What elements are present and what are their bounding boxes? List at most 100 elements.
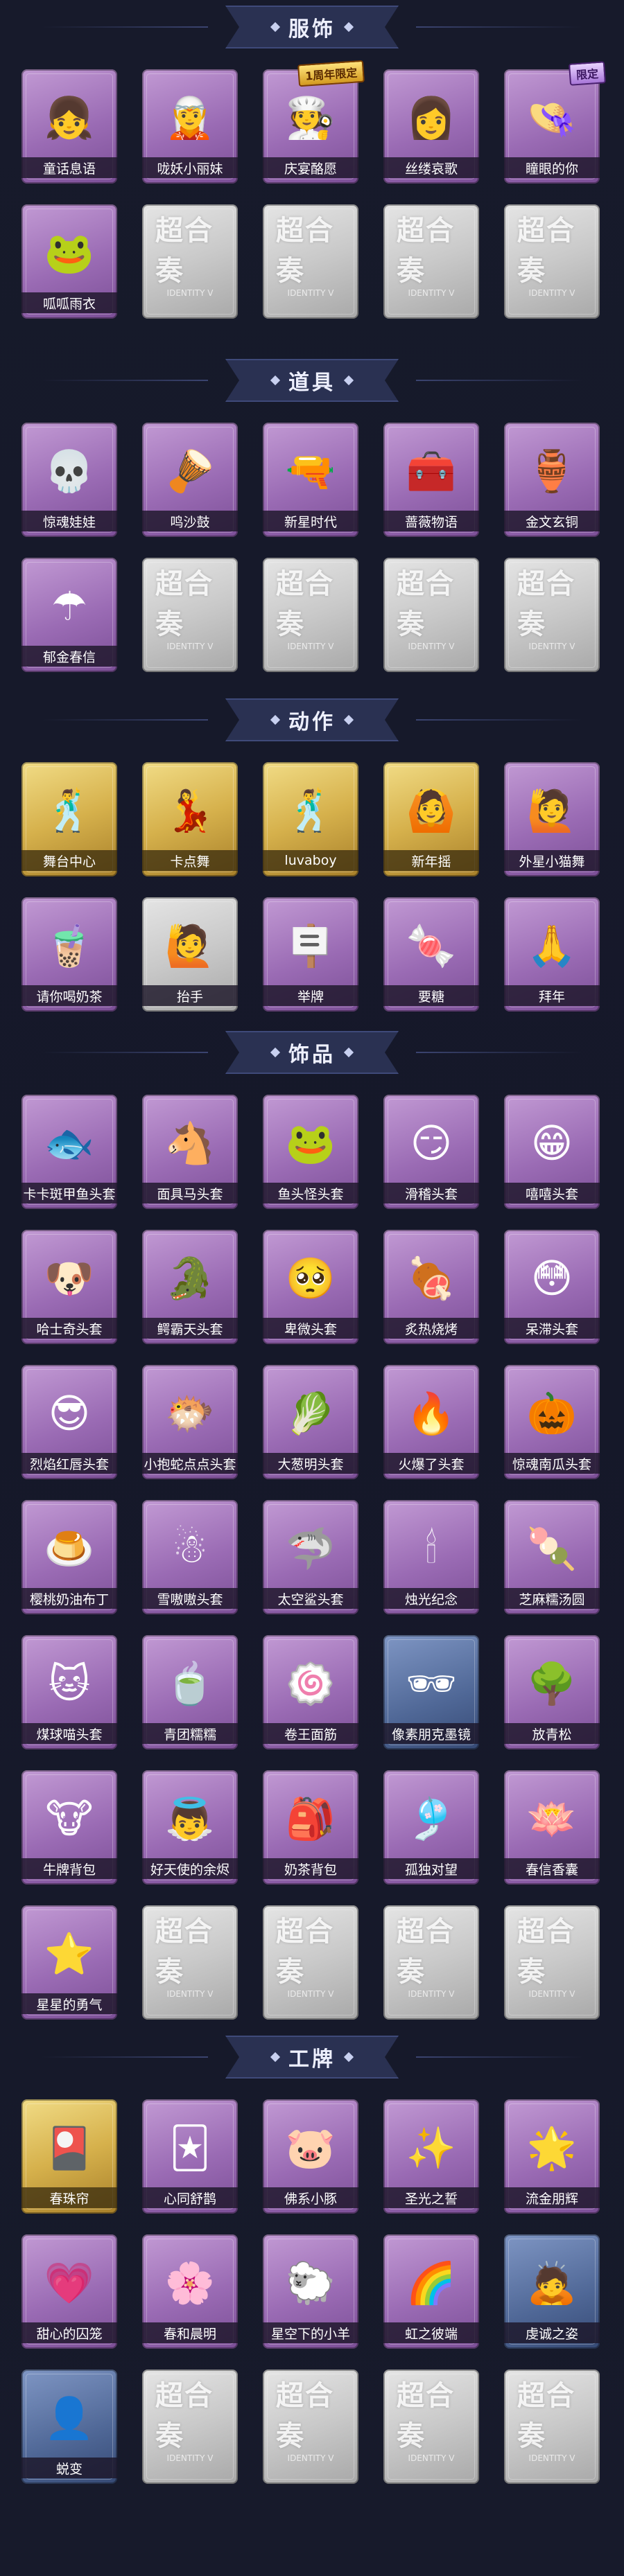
item-card[interactable]: 🍵 青团糯糯 [142, 1635, 238, 1749]
star-doll-icon: ⭐ [44, 1930, 95, 1977]
snow-creature-icon: ☃ [172, 1525, 208, 1572]
item-card[interactable]: 🐸 呱呱雨衣 [21, 204, 117, 319]
item-label: 太空鲨头套 [263, 1588, 358, 1609]
item-card[interactable]: 👤 蜕变 [21, 2370, 117, 2484]
watermark-logo: 超合奏 IDENTITY V [397, 1916, 455, 1999]
item-label: 奶茶背包 [263, 1858, 358, 1879]
hanging-charm-icon: 🎐 [406, 1795, 457, 1842]
item-card[interactable]: ☃ 雪嗷嗷头套 [142, 1500, 238, 1614]
locked-item-card[interactable]: 超合奏 IDENTITY V [263, 1905, 358, 2020]
diamond-icon [270, 714, 281, 725]
item-card[interactable]: 🥺 卑微头套 [263, 1230, 358, 1344]
item-card[interactable]: 🕺 luvaboy [263, 762, 358, 876]
item-card[interactable]: 🎒 奶茶背包 [263, 1770, 358, 1885]
locked-item-card[interactable]: 超合奏 IDENTITY V [263, 2370, 358, 2484]
item-label: 蔷薇物语 [383, 511, 479, 531]
item-card[interactable]: 🐑 星空下的小羊 [263, 2234, 358, 2349]
item-card[interactable]: 👒 瞳眼的你 限定 [504, 61, 607, 184]
item-card[interactable]: 🐱 煤球喵头套 [21, 1635, 117, 1749]
item-card[interactable]: 🪧 举牌 [263, 897, 358, 1012]
item-card[interactable]: 😁 嘻嘻头套 [504, 1095, 600, 1209]
item-card[interactable]: 🍮 樱桃奶油布丁 [21, 1500, 117, 1614]
item-card[interactable]: 🐸 鱼头怪头套 [263, 1095, 358, 1209]
item-card[interactable]: 🕶 像素朋克墨镜 [383, 1635, 479, 1749]
item-card[interactable]: 🍡 芝麻糯汤圆 [504, 1500, 600, 1614]
item-card[interactable]: 👩 丝缕哀歌 [383, 69, 479, 184]
item-card[interactable]: 🐮 牛牌背包 [21, 1770, 117, 1885]
item-label: 虔诚之姿 [504, 2322, 600, 2343]
item-card[interactable]: 🎐 孤独对望 [383, 1770, 479, 1885]
item-card[interactable]: 😏 滑稽头套 [383, 1095, 479, 1209]
item-card[interactable]: 👼 好天使的余烬 [142, 1770, 238, 1885]
item-label: 卷王面筋 [263, 1723, 358, 1744]
locked-item-card[interactable]: 超合奏 IDENTITY V [383, 204, 479, 319]
locked-item-card[interactable]: 超合奏 IDENTITY V [504, 558, 600, 672]
item-card[interactable]: 💀 惊魂娃娃 [21, 423, 117, 537]
sign-pose-icon: 🪧 [285, 922, 336, 969]
collection-page: 服饰 👧 童话息语 🧝 咙妖小丽妹 🧑‍🍳 庆宴酪愿 1周年限定 👩 丝缕哀歌 👒 瞳眼的你 限定 🐸 呱呱… [0, 0, 624, 2576]
item-card[interactable]: 🙏 拜年 [504, 897, 600, 1012]
section-banner: 饰品 [225, 1031, 399, 1074]
item-card[interactable]: 😳 呆滞头套 [504, 1230, 600, 1344]
green-dumpling-icon: 🍵 [164, 1660, 216, 1707]
item-card[interactable]: 👧 童话息语 [21, 69, 117, 184]
item-card[interactable]: 🏺 金文玄铜 [504, 423, 600, 537]
item-card[interactable]: 🐡 小抱蛇点点头套 [142, 1365, 238, 1479]
item-card[interactable]: 💗 甜心的囚笼 [21, 2234, 117, 2349]
locked-item-card[interactable]: 超合奏 IDENTITY V [504, 1905, 600, 2020]
diamond-icon [343, 714, 354, 725]
item-card[interactable]: 🎃 惊魂南瓜头套 [504, 1365, 600, 1479]
item-card[interactable]: 🙇 虔诚之姿 [504, 2234, 600, 2349]
item-card[interactable]: 🙋 抬手 [142, 897, 238, 1012]
item-card[interactable]: 🍬 要糖 [383, 897, 479, 1012]
item-card[interactable]: 💃 卡点舞 [142, 762, 238, 876]
item-card[interactable]: 🧋 请你喝奶茶 [21, 897, 117, 1012]
item-card[interactable]: 😎 烈焰红唇头套 [21, 1365, 117, 1479]
item-card[interactable]: 🌳 放青松 [504, 1635, 600, 1749]
item-card[interactable]: ☂ 郁金春信 [21, 558, 117, 672]
item-label: 心同舒鹊 [142, 2187, 238, 2208]
item-card[interactable]: ✨ 圣光之誓 [383, 2099, 479, 2214]
item-card[interactable]: 🦈 太空鲨头套 [263, 1500, 358, 1614]
locked-item-card[interactable]: 超合奏 IDENTITY V [142, 558, 238, 672]
item-card[interactable]: 🌟 流金朋辉 [504, 2099, 600, 2214]
item-card[interactable]: 🐴 面具马头套 [142, 1095, 238, 1209]
item-card[interactable]: 🙆 新年摇 [383, 762, 479, 876]
item-card[interactable]: 🧝 咙妖小丽妹 [142, 69, 238, 184]
item-card[interactable]: 🍖 炙热烧烤 [383, 1230, 479, 1344]
item-card[interactable]: 🐶 哈士奇头套 [21, 1230, 117, 1344]
locked-item-card[interactable]: 超合奏 IDENTITY V [383, 558, 479, 672]
item-card[interactable]: 🧑‍🍳 庆宴酪愿 1周年限定 [263, 60, 365, 184]
item-card[interactable]: 🌸 春和晨明 [142, 2234, 238, 2349]
item-card[interactable]: 🪘 鸣沙鼓 [142, 423, 238, 537]
item-card[interactable]: ⭐ 星星的勇气 [21, 1905, 117, 2020]
locked-item-card[interactable]: 超合奏 IDENTITY V [504, 204, 600, 319]
diamond-icon [343, 2052, 354, 2063]
item-card[interactable]: 🔥 火爆了头套 [383, 1365, 479, 1479]
item-card[interactable]: 🕯 烛光纪念 [383, 1500, 479, 1614]
item-card[interactable]: 🙋 外星小猫舞 [504, 762, 600, 876]
item-card[interactable]: 🥬 大葱明头套 [263, 1365, 358, 1479]
locked-item-card[interactable]: 超合奏 IDENTITY V [263, 558, 358, 672]
angel-doll-icon: 👼 [164, 1795, 216, 1842]
diamond-icon [270, 2052, 281, 2063]
item-card[interactable]: 🐊 鳄霸天头套 [142, 1230, 238, 1344]
locked-item-card[interactable]: 超合奏 IDENTITY V [383, 1905, 479, 2020]
item-card[interactable]: 🃏 心同舒鹊 [142, 2099, 238, 2214]
item-card[interactable]: 🪷 春信香囊 [504, 1770, 600, 1885]
locked-item-card[interactable]: 超合奏 IDENTITY V [263, 204, 358, 319]
item-card[interactable]: 🐟 卡卡斑甲鱼头套 [21, 1095, 117, 1209]
locked-item-card[interactable]: 超合奏 IDENTITY V [142, 1905, 238, 2020]
item-card[interactable]: 🎴 春珠帘 [21, 2099, 117, 2214]
locked-item-card[interactable]: 超合奏 IDENTITY V [383, 2370, 479, 2484]
item-card[interactable]: 🐷 佛系小豚 [263, 2099, 358, 2214]
item-card[interactable]: 🧰 蔷薇物语 [383, 423, 479, 537]
item-label: 瞳眼的你 [504, 157, 600, 178]
item-card[interactable]: 🌈 虹之彼端 [383, 2234, 479, 2349]
item-card[interactable]: 🕺 舞台中心 [21, 762, 117, 876]
item-card[interactable]: 🍥 卷王面筋 [263, 1635, 358, 1749]
locked-item-card[interactable]: 超合奏 IDENTITY V [504, 2370, 600, 2484]
item-card[interactable]: 🔫 新星时代 [263, 423, 358, 537]
locked-item-card[interactable]: 超合奏 IDENTITY V [142, 204, 238, 319]
locked-item-card[interactable]: 超合奏 IDENTITY V [142, 2370, 238, 2484]
